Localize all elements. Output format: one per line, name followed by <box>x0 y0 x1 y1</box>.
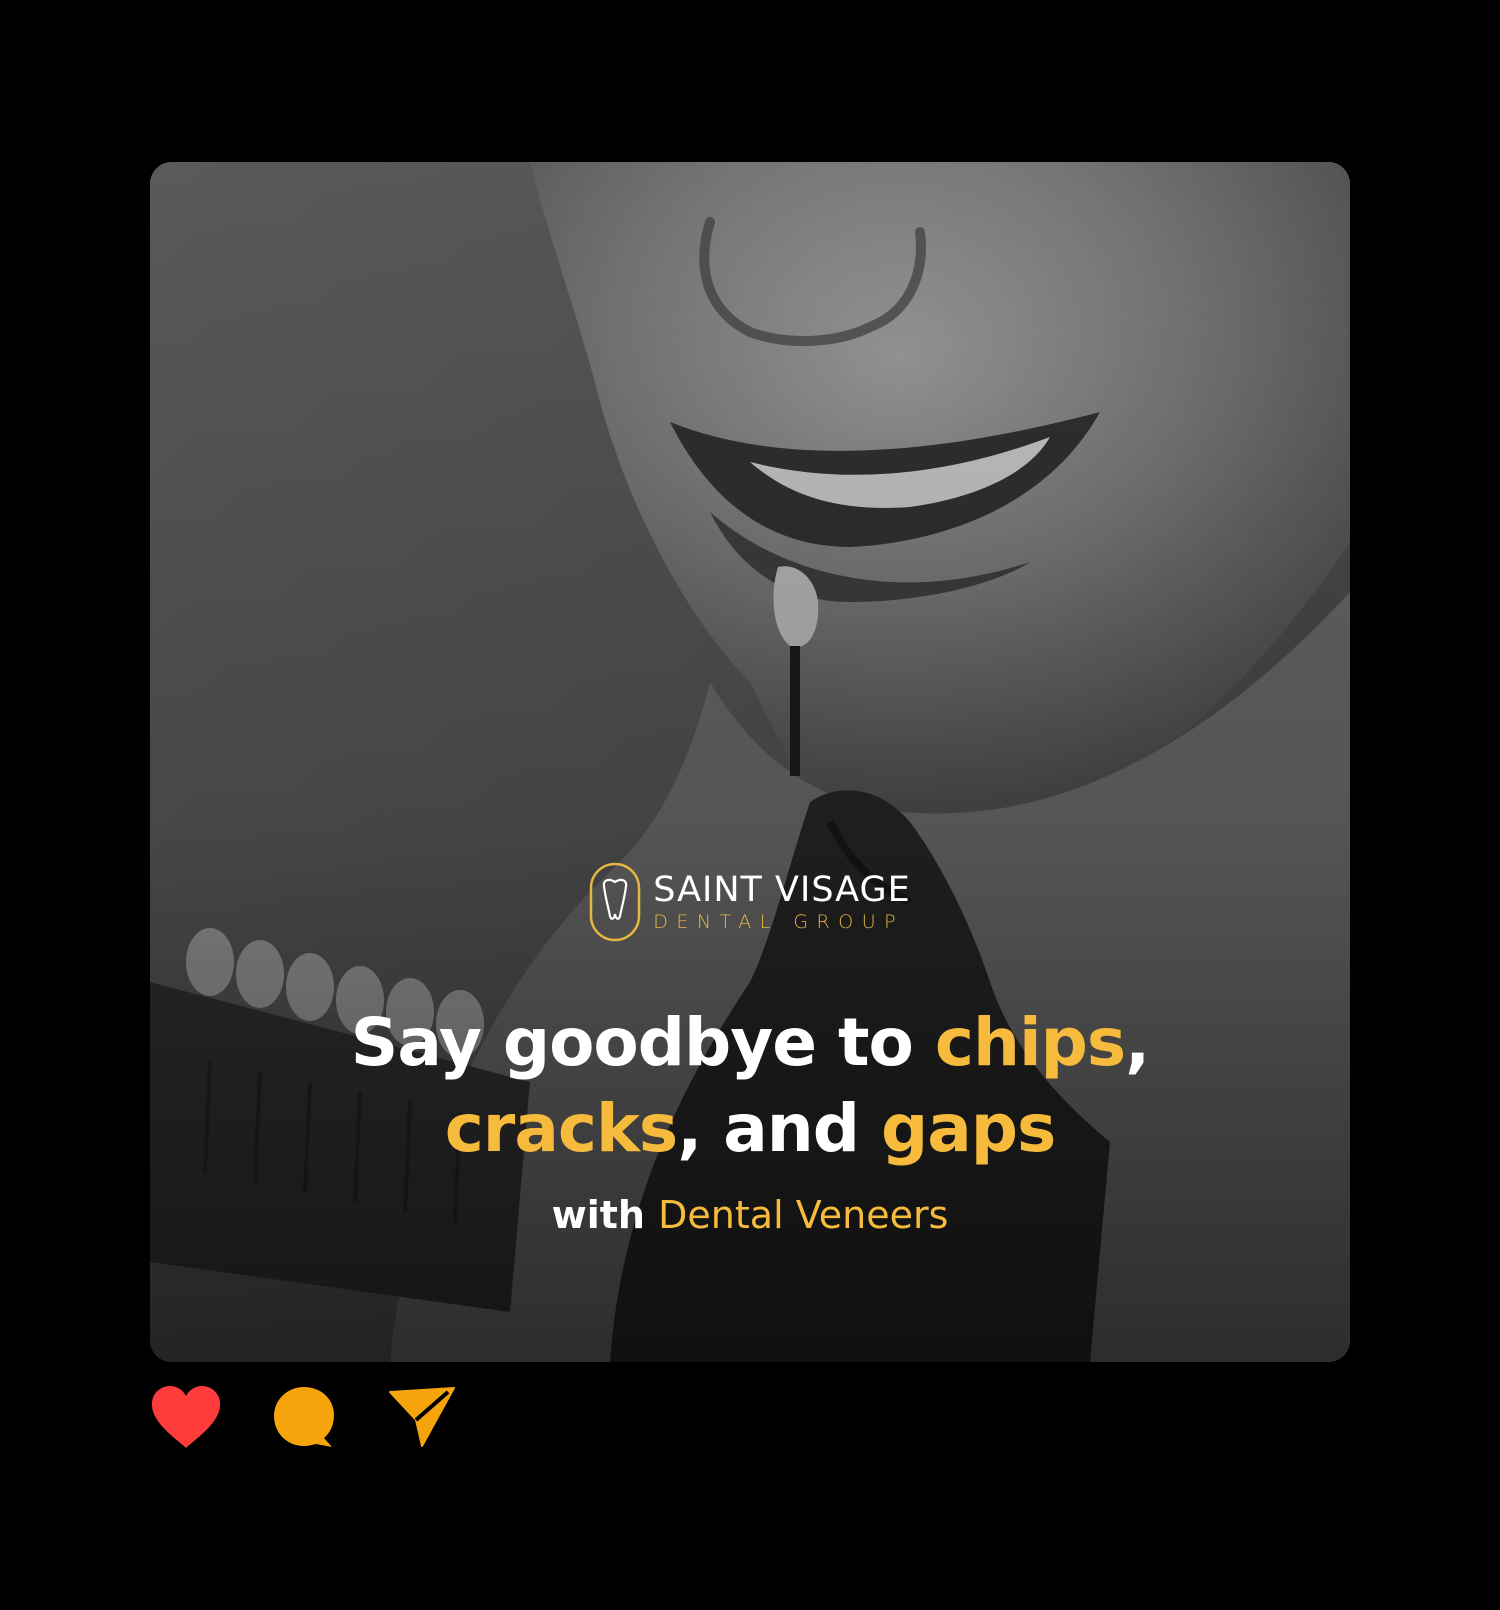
subheadline-highlight: Dental Veneers <box>658 1193 949 1237</box>
paper-plane-icon[interactable] <box>388 1386 456 1448</box>
page: SAINT VISAGE DENTAL GROUP Say goodbye to… <box>0 0 1500 1610</box>
headline: Say goodbye to chips, cracks, and gaps <box>150 1000 1350 1172</box>
brand-logo: SAINT VISAGE DENTAL GROUP <box>150 862 1350 942</box>
subheadline-prefix: with <box>551 1193 659 1237</box>
headline-text: Say goodbye to <box>350 1004 935 1081</box>
tooth-icon <box>589 862 641 942</box>
headline-comma: , <box>1125 1004 1150 1081</box>
brand-subtitle: DENTAL GROUP <box>653 911 905 933</box>
headline-highlight-chips: chips <box>934 1004 1126 1081</box>
brand-name: SAINT VISAGE <box>653 870 911 910</box>
subheadline: with Dental Veneers <box>150 1190 1350 1240</box>
comment-bubble-icon[interactable] <box>272 1385 336 1449</box>
headline-text-and: , and <box>677 1090 881 1167</box>
background-photo <box>150 162 1350 1362</box>
headline-highlight-cracks: cracks <box>444 1090 679 1167</box>
post-actions <box>150 1384 456 1450</box>
heart-icon[interactable] <box>150 1384 222 1450</box>
post-image[interactable]: SAINT VISAGE DENTAL GROUP Say goodbye to… <box>150 162 1350 1362</box>
headline-highlight-gaps: gaps <box>881 1090 1056 1167</box>
